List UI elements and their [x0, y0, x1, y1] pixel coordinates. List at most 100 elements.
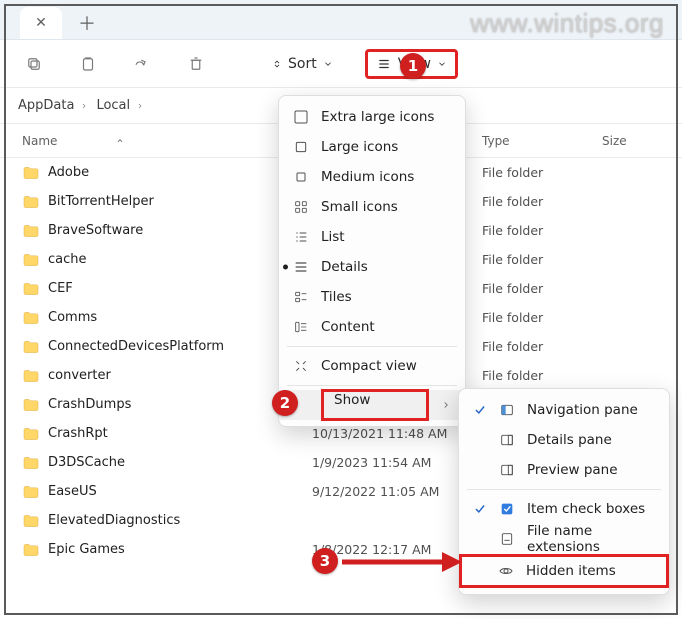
- folder-name: CrashDumps: [48, 397, 131, 412]
- menu-label: Content: [321, 319, 451, 335]
- view-menu-sm-icons[interactable]: Small icons: [279, 192, 465, 222]
- submenu-label: File name extensions: [527, 523, 655, 555]
- folder-name: D3DSCache: [48, 455, 125, 470]
- menu-label: Compact view: [321, 358, 451, 374]
- menu-label: Large icons: [321, 139, 451, 155]
- type-cell: File folder: [482, 368, 602, 383]
- menu-separator: [287, 385, 457, 386]
- folder-name: Epic Games: [48, 542, 125, 557]
- lg-icons-icon: [293, 139, 309, 155]
- share-button[interactable]: [126, 48, 158, 80]
- column-type[interactable]: Type: [482, 134, 602, 148]
- preview-pane-icon: [499, 462, 515, 478]
- copy-button[interactable]: [18, 48, 50, 80]
- active-tab[interactable]: ✕: [20, 7, 62, 39]
- check-icon: [473, 463, 487, 477]
- sort-button[interactable]: Sort: [262, 51, 343, 77]
- menu-separator: [467, 489, 661, 490]
- menu-label: Details: [321, 259, 451, 275]
- column-size[interactable]: Size: [602, 134, 660, 148]
- check-icon: [472, 564, 486, 578]
- menu-label: Show: [321, 389, 429, 421]
- details-pane-icon: [499, 432, 515, 448]
- folder-name: ElevatedDiagnostics: [48, 513, 180, 528]
- red-arrow: [342, 549, 462, 575]
- show-menu-checkboxes[interactable]: Item check boxes: [459, 494, 669, 524]
- check-icon: [473, 502, 487, 516]
- type-cell: File folder: [482, 194, 602, 209]
- folder-name: converter: [48, 368, 111, 383]
- folder-name: EaseUS: [48, 484, 97, 499]
- breadcrumb-segment[interactable]: Local: [92, 98, 148, 113]
- submenu-label: Navigation pane: [527, 402, 638, 418]
- column-name[interactable]: Name: [22, 134, 312, 148]
- view-menu-tiles[interactable]: Tiles: [279, 282, 465, 312]
- nav-pane-icon: [499, 402, 515, 418]
- check-icon: [473, 403, 487, 417]
- column-name-label: Name: [22, 134, 57, 148]
- folder-name: CrashRpt: [48, 426, 108, 441]
- view-menu-lg-icons[interactable]: Large icons: [279, 132, 465, 162]
- md-icons-icon: [293, 169, 309, 185]
- folder-name: Comms: [48, 310, 97, 325]
- content-icon: [293, 319, 309, 335]
- sm-icons-icon: [293, 199, 309, 215]
- watermark-text: www.wintips.org: [470, 8, 664, 39]
- show-menu-details-pane[interactable]: Details pane: [459, 425, 669, 455]
- view-menu-show[interactable]: Show: [279, 390, 465, 420]
- type-cell: File folder: [482, 165, 602, 180]
- date-cell: 1/9/2023 11:54 AM: [312, 455, 482, 470]
- breadcrumb-label: Local: [96, 98, 130, 113]
- hidden-icon: [498, 563, 514, 579]
- breadcrumb-segment[interactable]: AppData: [14, 98, 92, 113]
- type-cell: File folder: [482, 281, 602, 296]
- type-cell: File folder: [482, 223, 602, 238]
- view-menu-list[interactable]: List: [279, 222, 465, 252]
- view-menu-xl-icons[interactable]: Extra large icons: [279, 102, 465, 132]
- menu-label: Extra large icons: [321, 109, 451, 125]
- type-cell: File folder: [482, 252, 602, 267]
- check-icon: [473, 532, 487, 546]
- close-tab-icon[interactable]: ✕: [35, 15, 47, 31]
- plus-icon: ＋: [78, 10, 96, 36]
- tiles-icon: [293, 289, 309, 305]
- callout-2: 2: [272, 390, 298, 416]
- show-menu-hidden[interactable]: Hidden items: [459, 554, 669, 588]
- date-cell: 10/13/2021 11:48 AM: [312, 426, 482, 441]
- folder-name: CEF: [48, 281, 73, 296]
- type-cell: File folder: [482, 339, 602, 354]
- compact-icon: [293, 358, 309, 374]
- view-menu-content[interactable]: Content: [279, 312, 465, 342]
- view-menu: Extra large icons Large icons Medium icons…: [278, 95, 466, 427]
- check-icon: [473, 433, 487, 447]
- menu-label: Medium icons: [321, 169, 451, 185]
- show-menu-preview-pane[interactable]: Preview pane: [459, 455, 669, 485]
- menu-label: List: [321, 229, 451, 245]
- view-menu-md-icons[interactable]: Medium icons: [279, 162, 465, 192]
- submenu-label: Item check boxes: [527, 501, 645, 517]
- breadcrumb-label: AppData: [18, 98, 74, 113]
- date-cell: 9/12/2022 11:05 AM: [312, 484, 482, 499]
- delete-button[interactable]: [180, 48, 212, 80]
- show-menu-nav-pane[interactable]: Navigation pane: [459, 395, 669, 425]
- checkboxes-icon: [499, 501, 515, 517]
- xl-icons-icon: [293, 109, 309, 125]
- folder-name: ConnectedDevicesPlatform: [48, 339, 224, 354]
- folder-name: cache: [48, 252, 87, 267]
- folder-name: BitTorrentHelper: [48, 194, 154, 209]
- view-menu-details[interactable]: Details: [279, 252, 465, 282]
- type-cell: File folder: [482, 310, 602, 325]
- folder-name: BraveSoftware: [48, 223, 143, 238]
- folder-name: Adobe: [48, 165, 89, 180]
- show-menu-extensions[interactable]: File name extensions: [459, 524, 669, 554]
- details-icon: [293, 259, 309, 275]
- new-tab-button[interactable]: ＋: [66, 7, 108, 39]
- submenu-label: Hidden items: [526, 563, 616, 579]
- toolbar: Sort View: [0, 40, 682, 88]
- menu-label: Tiles: [321, 289, 451, 305]
- view-menu-compact[interactable]: Compact view: [279, 351, 465, 381]
- menu-label: Small icons: [321, 199, 451, 215]
- callout-1: 1: [400, 53, 426, 79]
- paste-button[interactable]: [72, 48, 104, 80]
- submenu-label: Details pane: [527, 432, 612, 448]
